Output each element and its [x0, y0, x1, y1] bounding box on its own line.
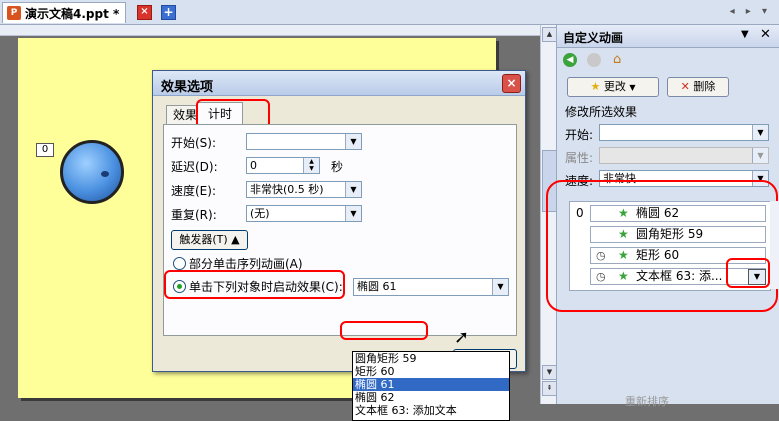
highlight-effects-list — [546, 180, 778, 312]
chevron-down-icon[interactable]: ▼ — [752, 125, 768, 140]
delete-button-label: 删除 — [693, 80, 716, 93]
speed-select-value: 非常快(0.5 秒) — [250, 183, 324, 196]
dropdown-option[interactable]: 文本框 63: 添加文本 — [353, 404, 509, 417]
repeat-select[interactable]: (无) ▼ — [246, 205, 362, 222]
panel-title: 自定义动画 — [563, 31, 624, 45]
effects-list-scrollbar[interactable] — [770, 201, 779, 289]
tab-scroll-arrows-icon[interactable]: ◂ ▸ ▾ — [730, 6, 771, 17]
speed-select[interactable]: 非常快(0.5 秒) ▼ — [246, 181, 362, 198]
spinner-arrows-icon[interactable]: ▲ ▼ — [303, 158, 319, 173]
dropdown-option-selected[interactable]: 椭圆 61 — [353, 378, 509, 391]
delete-button[interactable]: ✕ 删除 — [667, 77, 729, 97]
home-icon[interactable]: ⌂ — [613, 52, 628, 67]
panel-start-select[interactable]: ▼ — [599, 124, 769, 141]
trigger-object-select[interactable]: 椭圆 61 ▼ — [353, 278, 509, 296]
highlight-effect-dropdown — [726, 258, 770, 288]
dropdown-option[interactable]: 矩形 60 — [353, 365, 509, 378]
close-document-icon[interactable]: × — [137, 5, 152, 20]
trigger-object-value: 椭圆 61 — [357, 280, 397, 293]
document-tab-label: 演示文稿4.ppt * — [25, 6, 120, 21]
chevron-down-icon[interactable]: ▼ — [492, 279, 508, 295]
ellipse-detail — [101, 171, 109, 177]
panel-close-icon[interactable]: ✕ — [760, 27, 771, 42]
repeat-label: 重复(R): — [171, 208, 217, 222]
panel-property-label: 属性: — [565, 151, 594, 165]
forward-icon[interactable] — [587, 53, 601, 67]
document-tab-bar: P 演示文稿4.ppt * × + ◂ ▸ ▾ — [0, 0, 779, 25]
panel-dropdown-icon[interactable]: ▼ — [741, 29, 749, 40]
dropdown-option[interactable]: 圆角矩形 59 — [353, 352, 509, 365]
scroll-down-icon[interactable]: ▼ — [542, 365, 557, 380]
highlight-trigger-radio — [164, 270, 345, 299]
delay-value: 0 — [250, 159, 257, 172]
delete-icon: ✕ — [680, 80, 690, 93]
delay-spinner[interactable]: 0 ▲ ▼ — [246, 157, 320, 174]
custom-animation-panel: 自定义动画 ▼ ✕ ◀ ⌂ ★ 更改 ▼ ✕ 删除 修改所选效果 开始: ▼ 属… — [546, 25, 779, 408]
ellipse-shape[interactable] — [60, 140, 124, 204]
change-button[interactable]: ★ 更改 ▼ — [567, 77, 659, 97]
object-dropdown-list: 圆角矩形 59 矩形 60 椭圆 61 椭圆 62 文本框 63: 添加文本 — [352, 351, 510, 421]
dialog-titlebar[interactable]: 效果选项 × — [153, 71, 525, 96]
start-label: 开始(S): — [171, 136, 217, 150]
reorder-label: 重新排序 — [625, 395, 669, 408]
radio-sequence[interactable] — [173, 257, 186, 270]
star-icon: ★ — [590, 80, 601, 93]
panel-start-label: 开始: — [565, 128, 594, 142]
delay-unit: 秒 — [331, 160, 344, 174]
chevron-down-icon[interactable]: ▼ — [345, 206, 361, 221]
start-select[interactable]: ▼ — [246, 133, 362, 150]
dialog-title: 效果选项 — [161, 80, 214, 95]
new-document-icon[interactable]: + — [161, 5, 176, 20]
mouse-cursor-icon: ➚ — [454, 327, 470, 348]
effect-options-dialog: 效果选项 × 效果 计时 开始(S): ▼ 延迟(D): 0 ▲ ▼ 秒 速度(E… — [152, 70, 526, 372]
highlight-selected-option — [340, 321, 428, 340]
chevron-down-icon[interactable]: ▼ — [345, 182, 361, 197]
speed-label: 速度(E): — [171, 184, 216, 198]
previous-slide-icon[interactable]: ⇞ — [542, 381, 557, 396]
animation-index-tag[interactable]: 0 — [36, 143, 54, 157]
scroll-up-icon[interactable]: ▲ — [542, 27, 557, 42]
chevron-down-icon[interactable]: ▼ — [345, 134, 361, 149]
ruler — [0, 25, 540, 36]
modify-effect-label: 修改所选效果 — [565, 105, 638, 119]
change-button-label: 更改 — [603, 80, 626, 93]
back-icon[interactable]: ◀ — [563, 53, 577, 67]
dialog-close-icon[interactable]: × — [502, 74, 521, 93]
powerpoint-file-icon: P — [7, 6, 21, 20]
chevron-down-icon: ▼ — [752, 148, 768, 163]
dropdown-option[interactable]: 椭圆 62 — [353, 391, 509, 404]
panel-property-select: ▼ — [599, 147, 769, 164]
trigger-button[interactable]: 触发器(T) ▲ — [171, 230, 248, 250]
delay-label: 延迟(D): — [171, 160, 218, 174]
chevron-down-icon: ▼ — [629, 83, 636, 92]
repeat-select-value: (无) — [250, 207, 270, 220]
document-tab[interactable]: P 演示文稿4.ppt * — [2, 2, 127, 23]
